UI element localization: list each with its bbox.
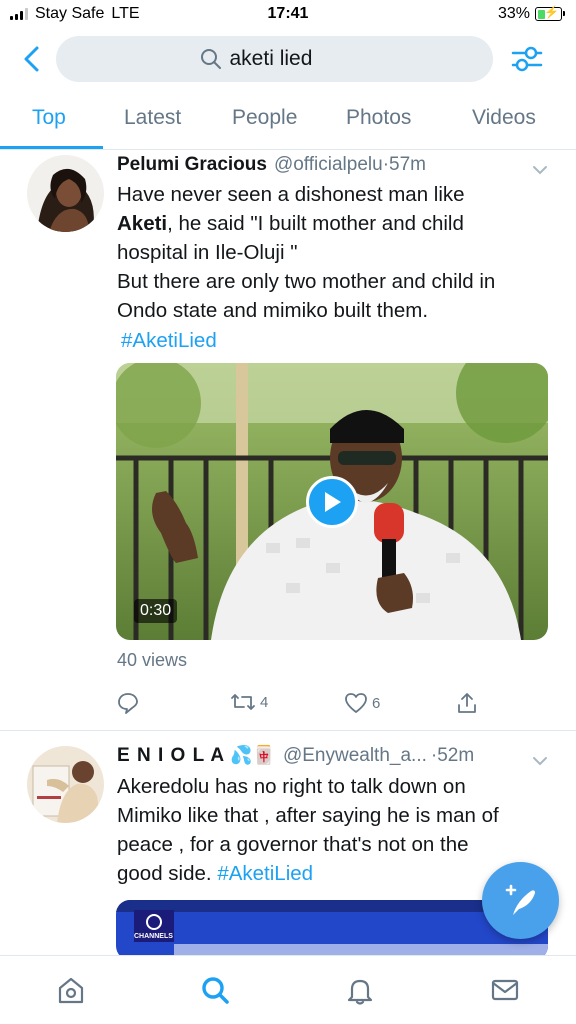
heart-icon (345, 693, 367, 713)
tweet-line: But there are only two mother and child … (117, 270, 496, 293)
tweet-menu-button[interactable] (532, 753, 548, 766)
battery-percent: 33% (497, 5, 530, 22)
retweet-icon (231, 694, 255, 710)
tweet-text: Have never seen a dishonest man like Ake… (117, 180, 537, 355)
hashtag-link[interactable]: #AketiLied (217, 862, 313, 885)
video-duration: 0:30 (134, 599, 178, 623)
nav-explore[interactable] (199, 974, 231, 1006)
tweet-header: Pelumi Gracious @officialpelu · 57m (117, 154, 426, 176)
tweet-line: Akeredolu has no right to talk down on (117, 775, 466, 798)
tweet-bold-text: Aketi (117, 212, 168, 235)
video-player[interactable]: 0:30 (116, 363, 548, 640)
compose-tweet-button[interactable] (482, 862, 559, 939)
author-name[interactable]: E N I O L A (117, 745, 225, 767)
filter-icon (511, 46, 543, 72)
tweet-menu-button[interactable] (532, 162, 548, 175)
author-emoji: 💦🀄 (230, 745, 275, 765)
tweet-line: peace , for a governor that's not on the (117, 833, 469, 856)
nav-notifications[interactable] (344, 974, 376, 1006)
search-input[interactable] (229, 47, 350, 71)
search-icon (200, 49, 221, 69)
tweet-line: good side. (117, 862, 212, 885)
nav-messages[interactable] (489, 974, 521, 1006)
play-button[interactable] (306, 476, 358, 528)
search-icon (202, 977, 229, 1004)
tweet-time: 52m (437, 745, 475, 766)
tab-latest[interactable]: Latest (124, 106, 181, 130)
tweet-actions: 4 6 (0, 692, 576, 722)
bottom-navigation (0, 955, 576, 1024)
reply-icon (118, 693, 138, 714)
avatar[interactable] (27, 155, 104, 232)
tab-videos[interactable]: Videos (472, 106, 536, 130)
tweet-text: Akeredolu has no right to talk down on M… (117, 772, 537, 888)
tab-people[interactable]: People (232, 106, 297, 130)
tweet[interactable]: Pelumi Gracious @officialpelu · 57m Have… (0, 150, 576, 730)
retweet-button[interactable]: 4 (230, 692, 268, 712)
like-count: 6 (372, 694, 381, 712)
filter-button[interactable] (510, 44, 544, 74)
tweet-time: 57m (389, 154, 426, 175)
hashtag-link[interactable]: #AketiLied (121, 329, 217, 352)
retweet-count: 4 (260, 693, 269, 711)
chevron-left-icon (24, 46, 39, 72)
active-tab-indicator (0, 146, 103, 149)
author-name[interactable]: Pelumi Gracious (117, 154, 267, 176)
avatar[interactable] (27, 746, 104, 823)
author-handle[interactable]: @Enywealth_a... (283, 745, 427, 767)
tab-top[interactable]: Top (32, 106, 66, 130)
compose-icon (505, 884, 535, 915)
author-handle[interactable]: @officialpelu (274, 154, 383, 176)
search-bar[interactable] (56, 36, 493, 82)
tweet-line: Have never seen a dishonest man like (117, 183, 465, 206)
search-tabs: Top Latest People Photos Videos (0, 96, 576, 150)
battery-icon: ⚡ (535, 5, 565, 21)
tweet-line: , he said "I built mother and child (167, 212, 464, 235)
tab-photos[interactable]: Photos (346, 106, 411, 130)
share-icon (458, 693, 476, 713)
search-header (0, 34, 576, 86)
status-right: 33% ⚡ (497, 5, 565, 23)
share-button[interactable] (456, 692, 478, 714)
tweet-header: E N I O L A 💦🀄 @Enywealth_a... · 52m (117, 745, 474, 767)
tweet-line: hospital in Ile-Oluji " (117, 241, 298, 264)
chevron-down-icon (533, 166, 547, 175)
status-bar: Stay Safe LTE 17:41 33% ⚡ (0, 0, 576, 30)
like-button[interactable]: 6 (344, 692, 380, 714)
bell-icon (347, 979, 373, 1005)
tweet-line: Ondo state and mimiko built them. (117, 299, 429, 322)
clock: 17:41 (267, 5, 309, 22)
chevron-down-icon (533, 757, 547, 766)
play-icon (325, 492, 341, 512)
nav-home[interactable] (55, 974, 87, 1006)
mail-icon (491, 979, 519, 1001)
home-icon (58, 977, 84, 1004)
tweet-line: Mimiko like that , after saying he is ma… (117, 804, 499, 827)
view-count: 40 views (117, 650, 188, 670)
channel-logo-text: CHANNELS (134, 933, 173, 940)
reply-button[interactable] (117, 692, 139, 714)
back-button[interactable] (18, 44, 48, 74)
